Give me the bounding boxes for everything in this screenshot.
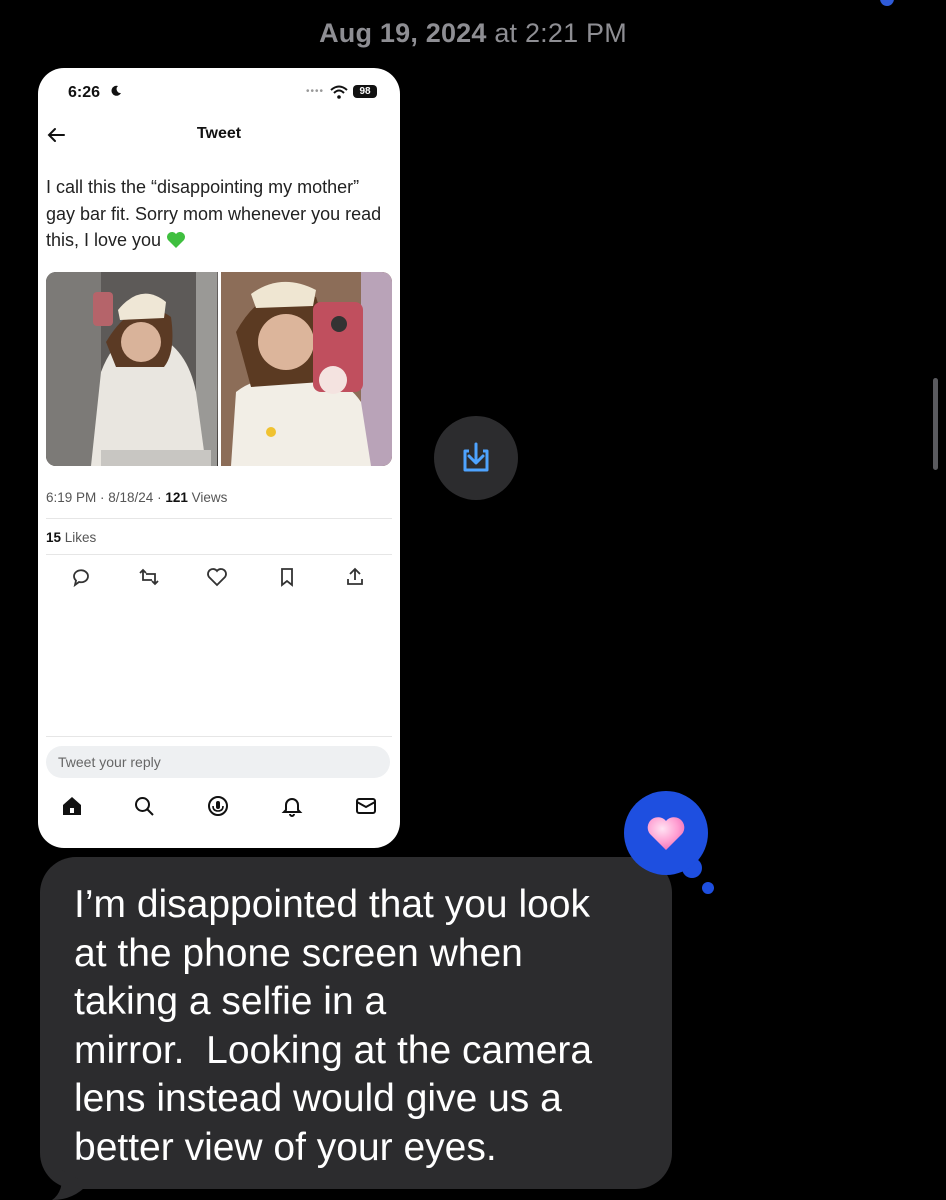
tweet-time: 6:19 PM · 8/18/24 · bbox=[46, 490, 166, 505]
tweet-likes[interactable]: 15 Likes bbox=[46, 530, 96, 545]
share-icon[interactable] bbox=[344, 566, 366, 588]
likes-label: Likes bbox=[61, 530, 97, 545]
download-icon bbox=[463, 442, 489, 472]
message-bubble-tail bbox=[52, 1170, 88, 1200]
selfie-photo-1[interactable] bbox=[46, 272, 218, 466]
divider bbox=[46, 518, 392, 519]
screenshot-attachment[interactable]: 6:26 •••• 98 Tweet I call this the “disa… bbox=[38, 68, 400, 848]
save-image-button[interactable] bbox=[434, 416, 518, 500]
bookmark-icon[interactable] bbox=[276, 566, 298, 588]
timestamp-at: at bbox=[494, 18, 518, 48]
selfie-photo-2[interactable] bbox=[220, 272, 392, 466]
message-text: I’m disappointed that you look at the ph… bbox=[74, 883, 593, 1169]
reply-input[interactable]: Tweet your reply bbox=[46, 746, 390, 778]
tweet-actions bbox=[38, 566, 400, 590]
timestamp-date: Aug 19, 2024 bbox=[319, 18, 487, 48]
spaces-icon[interactable] bbox=[206, 794, 230, 818]
reply-icon[interactable] bbox=[70, 566, 92, 588]
wifi-icon bbox=[330, 85, 348, 99]
tweet-media[interactable] bbox=[46, 272, 392, 466]
moon-icon bbox=[111, 85, 121, 96]
screen-title: Tweet bbox=[196, 125, 242, 142]
tweet-body: I call this the “disappointing my mother… bbox=[46, 174, 386, 254]
green-heart-icon bbox=[167, 232, 186, 248]
signal-icon: •••• bbox=[306, 86, 325, 97]
messages-icon[interactable] bbox=[354, 794, 378, 818]
retweet-icon[interactable] bbox=[138, 566, 160, 588]
status-bar: 6:26 •••• 98 bbox=[38, 68, 400, 116]
scroll-indicator[interactable] bbox=[933, 378, 938, 470]
search-icon[interactable] bbox=[132, 794, 156, 818]
tweet-meta: 6:19 PM · 8/18/24 · 121 Views bbox=[46, 490, 227, 505]
battery-indicator: 98 bbox=[353, 85, 377, 98]
tapback-tail-dot bbox=[702, 882, 714, 894]
heart-tapback-icon bbox=[647, 817, 685, 850]
message-timestamp: Aug 19, 2024 at 2:21 PM bbox=[0, 18, 946, 49]
views-label: Views bbox=[187, 490, 228, 505]
home-icon[interactable] bbox=[60, 794, 84, 818]
like-icon[interactable] bbox=[206, 566, 228, 588]
partial-tapback-dot bbox=[880, 0, 894, 6]
heart-tapback[interactable] bbox=[624, 791, 708, 875]
notifications-icon[interactable] bbox=[280, 794, 304, 818]
tweet-header: Tweet bbox=[38, 120, 400, 152]
timestamp-time: 2:21 PM bbox=[524, 18, 627, 48]
tab-bar bbox=[38, 794, 400, 824]
tweet-text: I call this the “disappointing my mother… bbox=[46, 177, 382, 250]
likes-count: 15 bbox=[46, 530, 62, 545]
divider bbox=[46, 736, 392, 737]
status-time: 6:26 bbox=[68, 84, 101, 101]
divider bbox=[46, 554, 392, 555]
views-count: 121 bbox=[165, 490, 188, 505]
